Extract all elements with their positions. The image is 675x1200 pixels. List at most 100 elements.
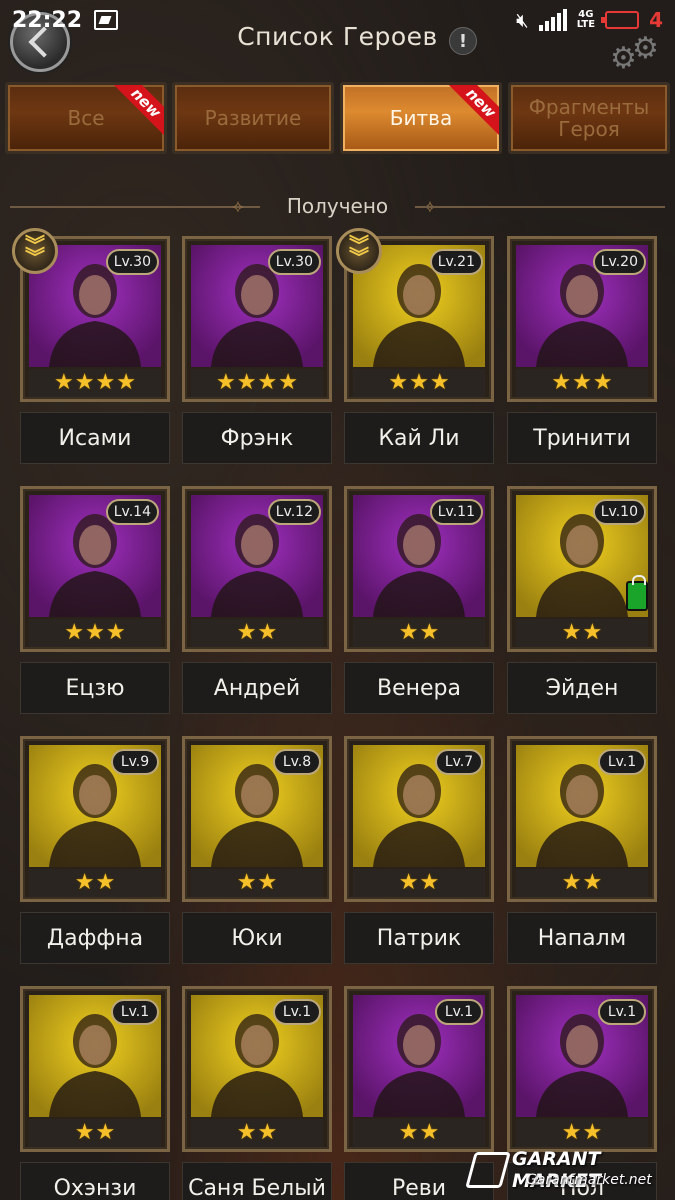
hero-portrait-frame[interactable]: Lv.9 ★ ★ <box>20 736 170 902</box>
hero-name: Напалм <box>507 912 657 964</box>
tab-label: Все <box>67 106 105 130</box>
hero-card[interactable]: Lv.1 ★ ★ Охэнзи <box>20 986 170 1200</box>
tab-hero-fragments[interactable]: Фрагменты Героя <box>508 82 670 154</box>
hero-level-badge: Lv.8 <box>273 749 321 775</box>
hero-card[interactable]: Lv.30 ★ ★ ★ ★ ︾ ︾ Исами <box>12 228 170 468</box>
hero-portrait-frame[interactable]: Lv.20 ★ ★ ★ <box>507 236 657 402</box>
hero-level-badge: Lv.14 <box>105 499 159 525</box>
hero-level-badge: Lv.30 <box>267 249 321 275</box>
hero-name: Даффна <box>20 912 170 964</box>
star-icon: ★ <box>95 370 116 395</box>
star-icon: ★ <box>257 620 278 645</box>
hero-portrait-frame[interactable]: Lv.30 ★ ★ ★ ★ <box>182 236 332 402</box>
star-icon: ★ <box>398 620 419 645</box>
hero-card[interactable]: Lv.14 ★ ★ ★ Ецзю <box>20 486 170 718</box>
star-icon: ★ <box>561 620 582 645</box>
hero-portrait-frame[interactable]: Lv.1 ★ ★ <box>507 736 657 902</box>
hero-portrait-frame[interactable]: Lv.1 ★ ★ <box>20 986 170 1152</box>
section-header: ⟡ Получено ⟡ <box>10 190 665 220</box>
hero-portrait-frame[interactable]: Lv.14 ★ ★ ★ <box>20 486 170 652</box>
star-icon: ★ <box>419 870 440 895</box>
hero-portrait-frame[interactable]: Lv.11 ★ ★ <box>344 486 494 652</box>
hero-stars: ★ ★ ★ <box>516 369 648 397</box>
star-icon: ★ <box>429 370 450 395</box>
hero-card[interactable]: Lv.7 ★ ★ Патрик <box>344 736 494 968</box>
hero-stars: ★ ★ <box>353 1119 485 1147</box>
new-badge: new <box>110 85 164 139</box>
image-notification-icon <box>94 10 119 30</box>
hero-stars: ★ ★ ★ <box>353 369 485 397</box>
hero-card[interactable]: Lv.11 ★ ★ Венера <box>344 486 494 718</box>
hero-level-badge: Lv.1 <box>111 999 159 1025</box>
hero-level-badge: Lv.1 <box>273 999 321 1025</box>
hero-stars: ★ ★ <box>29 1119 161 1147</box>
equipment-upgrade-icon <box>626 575 648 611</box>
star-icon: ★ <box>236 870 257 895</box>
hero-portrait-frame[interactable]: Lv.1 ★ ★ <box>507 986 657 1152</box>
star-icon: ★ <box>236 370 257 395</box>
hero-name: Патрик <box>344 912 494 964</box>
star-icon: ★ <box>582 870 603 895</box>
garant-market-logo-icon <box>465 1152 511 1188</box>
star-icon: ★ <box>74 1120 95 1145</box>
hero-stars: ★ ★ <box>29 869 161 897</box>
star-icon: ★ <box>74 870 95 895</box>
watermark: GARANT MARKET Garantmarket.net <box>465 1144 675 1200</box>
star-icon: ★ <box>216 370 236 395</box>
star-icon: ★ <box>236 1120 257 1145</box>
hero-stars: ★ ★ ★ ★ <box>191 369 323 397</box>
hero-portrait-frame[interactable]: Lv.1 ★ ★ <box>182 986 332 1152</box>
hero-name: Юки <box>182 912 332 964</box>
settings-button[interactable]: ⚙ ⚙ <box>610 34 664 74</box>
hero-stars: ★ ★ <box>353 869 485 897</box>
hero-card[interactable]: Lv.9 ★ ★ Даффна <box>20 736 170 968</box>
hero-portrait-frame[interactable]: Lv.1 ★ ★ <box>344 986 494 1152</box>
hero-name: Охэнзи <box>20 1162 170 1200</box>
hero-stars: ★ ★ ★ <box>29 619 161 647</box>
hero-card[interactable]: Lv.20 ★ ★ ★ Тринити <box>507 236 657 468</box>
hero-stars: ★ ★ ★ ★ <box>29 369 161 397</box>
hero-card[interactable]: Lv.21 ★ ★ ★ ︾ ︾ Кай Ли <box>336 228 494 468</box>
star-icon: ★ <box>236 620 257 645</box>
star-icon: ★ <box>278 370 298 395</box>
hero-portrait-frame[interactable]: Lv.7 ★ ★ <box>344 736 494 902</box>
network-type: 4G LTE <box>576 9 596 30</box>
hero-level-badge: Lv.1 <box>435 999 483 1025</box>
star-icon: ★ <box>398 870 419 895</box>
star-icon: ★ <box>116 370 136 395</box>
hero-level-badge: Lv.11 <box>429 499 483 525</box>
star-icon: ★ <box>419 620 440 645</box>
hero-portrait-frame[interactable]: Lv.8 ★ ★ <box>182 736 332 902</box>
star-icon: ★ <box>257 870 278 895</box>
signal-icon <box>538 9 567 31</box>
tab-battle[interactable]: Битва new <box>340 82 502 154</box>
hero-card[interactable]: Lv.1 ★ ★ Напалм <box>507 736 657 968</box>
divider <box>415 206 665 208</box>
star-icon: ★ <box>257 1120 278 1145</box>
hero-card[interactable]: Lv.8 ★ ★ Юки <box>182 736 332 968</box>
tab-label: Битва <box>389 106 453 130</box>
hero-name: Андрей <box>182 662 332 714</box>
hero-card[interactable]: Lv.10 ★ ★ Эйден <box>507 486 657 718</box>
hero-card[interactable]: Lv.12 ★ ★ Андрей <box>182 486 332 718</box>
hero-card[interactable]: Lv.1 ★ ★ Саня Белый <box>182 986 332 1200</box>
hero-stars: ★ ★ <box>191 619 323 647</box>
hero-stars: ★ ★ <box>516 1119 648 1147</box>
hero-name: Исами <box>20 412 170 464</box>
star-icon: ★ <box>561 1120 582 1145</box>
hero-portrait-frame[interactable]: Lv.12 ★ ★ <box>182 486 332 652</box>
star-icon: ★ <box>95 870 116 895</box>
battery-icon <box>601 11 640 29</box>
hero-stars: ★ ★ <box>191 869 323 897</box>
hero-card[interactable]: Lv.30 ★ ★ ★ ★ Фрэнк <box>182 236 332 468</box>
hero-name: Кай Ли <box>344 412 494 464</box>
tab-development[interactable]: Развитие <box>172 82 334 154</box>
hero-stars: ★ ★ <box>516 619 648 647</box>
star-icon: ★ <box>388 370 409 395</box>
hero-portrait-frame[interactable]: Lv.10 ★ ★ <box>507 486 657 652</box>
star-icon: ★ <box>582 620 603 645</box>
hero-level-badge: Lv.21 <box>429 249 483 275</box>
star-icon: ★ <box>64 620 85 645</box>
tab-all[interactable]: Все new <box>5 82 167 154</box>
star-icon: ★ <box>398 1120 419 1145</box>
